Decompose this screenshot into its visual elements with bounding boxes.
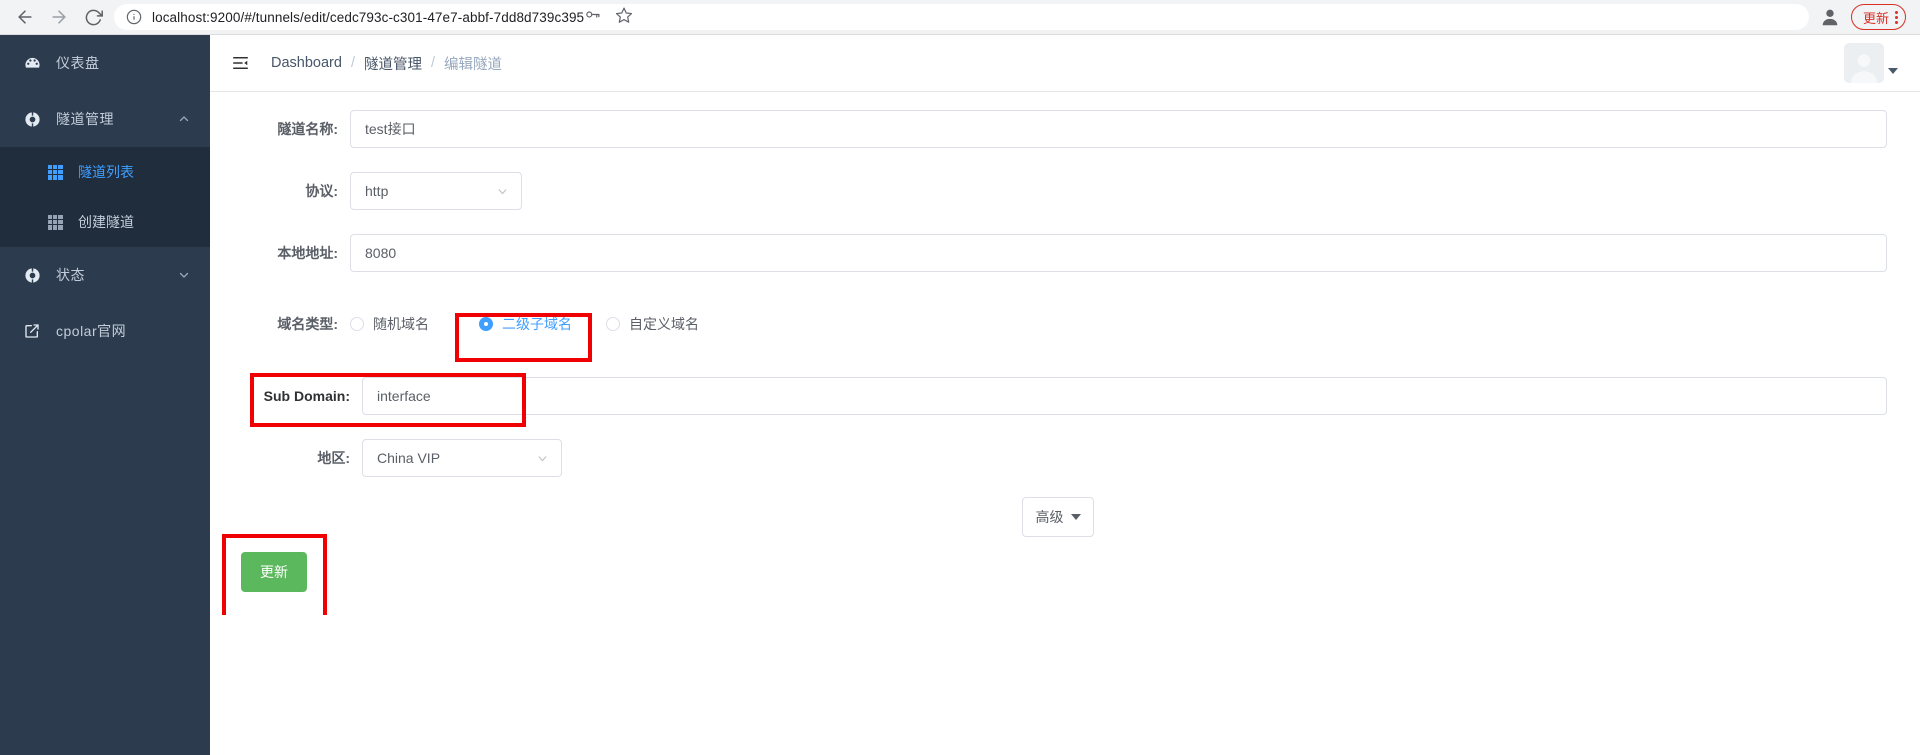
caret-down-icon[interactable] [1888, 68, 1898, 74]
forward-button[interactable] [44, 3, 74, 31]
browser-right-controls: 更新 [1819, 4, 1920, 30]
domain-type-label: 域名类型: [277, 316, 338, 332]
sidebar-submenu-tunnel-management: 隧道列表 创建隧道 [0, 147, 210, 247]
key-icon[interactable] [584, 6, 601, 28]
radio-dot-icon[interactable] [606, 317, 620, 331]
advanced-button-label: 高级 [1035, 509, 1064, 525]
tunnel-name-input[interactable]: test接口 [350, 110, 1887, 148]
radio-custom-domain[interactable]: 自定义域名 [606, 314, 699, 334]
local-address-value: 8080 [365, 245, 397, 261]
external-link-icon [22, 323, 42, 339]
radio-custom-domain-label: 自定义域名 [629, 316, 699, 332]
chevron-down-icon [178, 269, 190, 281]
grid-icon [46, 214, 64, 230]
back-button[interactable] [10, 3, 40, 31]
protocol-label: 协议: [305, 183, 338, 199]
radio-dot-icon[interactable] [350, 317, 364, 331]
breadcrumb-separator: / [350, 55, 355, 71]
dashboard-icon [22, 55, 42, 72]
breadcrumb-separator: / [430, 55, 435, 71]
local-address-input[interactable]: 8080 [350, 234, 1887, 272]
reload-icon [84, 8, 103, 27]
sidebar: 仪表盘 隧道管理 隧道列表 创建隧道 状态 cpolar官网 [0, 35, 210, 755]
tunnel-name-label: 隧道名称: [277, 121, 338, 137]
sub-domain-input[interactable]: interface [362, 377, 1887, 415]
region-value: China VIP [377, 450, 441, 466]
browser-nav-buttons [0, 3, 108, 31]
breadcrumb: Dashboard / 隧道管理 / 编辑隧道 [271, 53, 502, 74]
edit-tunnel-form: 隧道名称: test接口 协议: http 本地地址: 8080 域名类型: 随… [210, 92, 1920, 755]
grid-icon [46, 164, 64, 180]
header-user-menu[interactable] [1844, 43, 1920, 83]
chevron-down-icon [536, 452, 549, 465]
sidebar-item-cpolar-website-label: cpolar官网 [56, 323, 127, 339]
chevron-down-icon [496, 185, 509, 198]
sidebar-item-tunnel-list-label: 隧道列表 [78, 164, 134, 180]
chrome-update-label: 更新 [1862, 10, 1889, 26]
sidebar-item-tunnel-list[interactable]: 隧道列表 [0, 147, 210, 197]
field-row-sub-domain: Sub Domain: interface [210, 377, 1910, 415]
sidebar-item-dashboard[interactable]: 仪表盘 [0, 35, 210, 91]
field-row-region: 地区: China VIP [210, 439, 710, 477]
radio-sub-domain[interactable]: 二级子域名 [479, 314, 572, 334]
sub-domain-label: Sub Domain: [263, 388, 350, 404]
chevron-up-icon [178, 113, 190, 125]
tunnel-name-value: test接口 [365, 121, 416, 137]
tunnel-icon [22, 110, 42, 128]
browser-toolbar: localhost:9200/#/tunnels/edit/cedc793c-c… [0, 0, 1920, 35]
field-row-protocol: 协议: http [210, 172, 610, 210]
sub-domain-value: interface [377, 388, 431, 404]
local-address-label: 本地地址: [277, 245, 338, 261]
avatar[interactable] [1844, 43, 1884, 83]
reload-button[interactable] [78, 3, 108, 31]
breadcrumb-item-edit-tunnel: 编辑隧道 [444, 56, 502, 73]
three-dot-menu-icon[interactable] [1895, 10, 1898, 24]
region-select[interactable]: China VIP [362, 439, 562, 477]
sidebar-item-cpolar-website[interactable]: cpolar官网 [0, 303, 210, 359]
protocol-select[interactable]: http [350, 172, 522, 210]
info-circle-icon[interactable] [126, 9, 142, 25]
update-button[interactable]: 更新 [241, 552, 307, 592]
caret-down-icon [1070, 514, 1081, 520]
profile-avatar-icon[interactable] [1819, 6, 1841, 28]
chrome-update-button[interactable]: 更新 [1850, 4, 1906, 30]
address-bar-url[interactable]: localhost:9200/#/tunnels/edit/cedc793c-c… [152, 10, 584, 25]
sidebar-item-create-tunnel[interactable]: 创建隧道 [0, 197, 210, 247]
arrow-left-icon [15, 7, 35, 27]
update-button-label: 更新 [260, 564, 288, 580]
sidebar-item-tunnel-management-label: 隧道管理 [56, 111, 114, 127]
breadcrumb-item-dashboard[interactable]: Dashboard [271, 55, 342, 71]
advanced-button[interactable]: 高级 [1022, 497, 1094, 537]
sidebar-item-dashboard-label: 仪表盘 [56, 55, 100, 71]
breadcrumb-item-tunnel-management[interactable]: 隧道管理 [364, 53, 422, 74]
radio-dot-icon[interactable] [479, 317, 493, 331]
protocol-value: http [365, 183, 389, 199]
radio-random-domain[interactable]: 随机域名 [350, 314, 429, 334]
field-row-local-address: 本地地址: 8080 [210, 234, 1910, 272]
field-row-tunnel-name: 隧道名称: test接口 [210, 110, 1910, 148]
sidebar-item-create-tunnel-label: 创建隧道 [78, 214, 134, 230]
sidebar-item-tunnel-management[interactable]: 隧道管理 [0, 91, 210, 147]
arrow-right-icon [49, 7, 69, 27]
star-icon[interactable] [615, 6, 633, 29]
radio-random-domain-label: 随机域名 [373, 316, 429, 332]
sidebar-item-status-label: 状态 [56, 267, 85, 283]
sidebar-item-status[interactable]: 状态 [0, 247, 210, 303]
region-label: 地区: [317, 450, 350, 466]
address-bar[interactable]: localhost:9200/#/tunnels/edit/cedc793c-c… [114, 4, 1809, 30]
domain-type-radio-group: 随机域名 二级子域名 自定义域名 [350, 314, 727, 334]
radio-sub-domain-label: 二级子域名 [502, 316, 572, 332]
field-row-domain-type: 域名类型: 随机域名 二级子域名 自定义域名 [210, 314, 1110, 334]
hamburger-collapse-icon[interactable] [230, 54, 251, 72]
status-icon [22, 266, 42, 284]
page-header: Dashboard / 隧道管理 / 编辑隧道 [210, 35, 1920, 92]
